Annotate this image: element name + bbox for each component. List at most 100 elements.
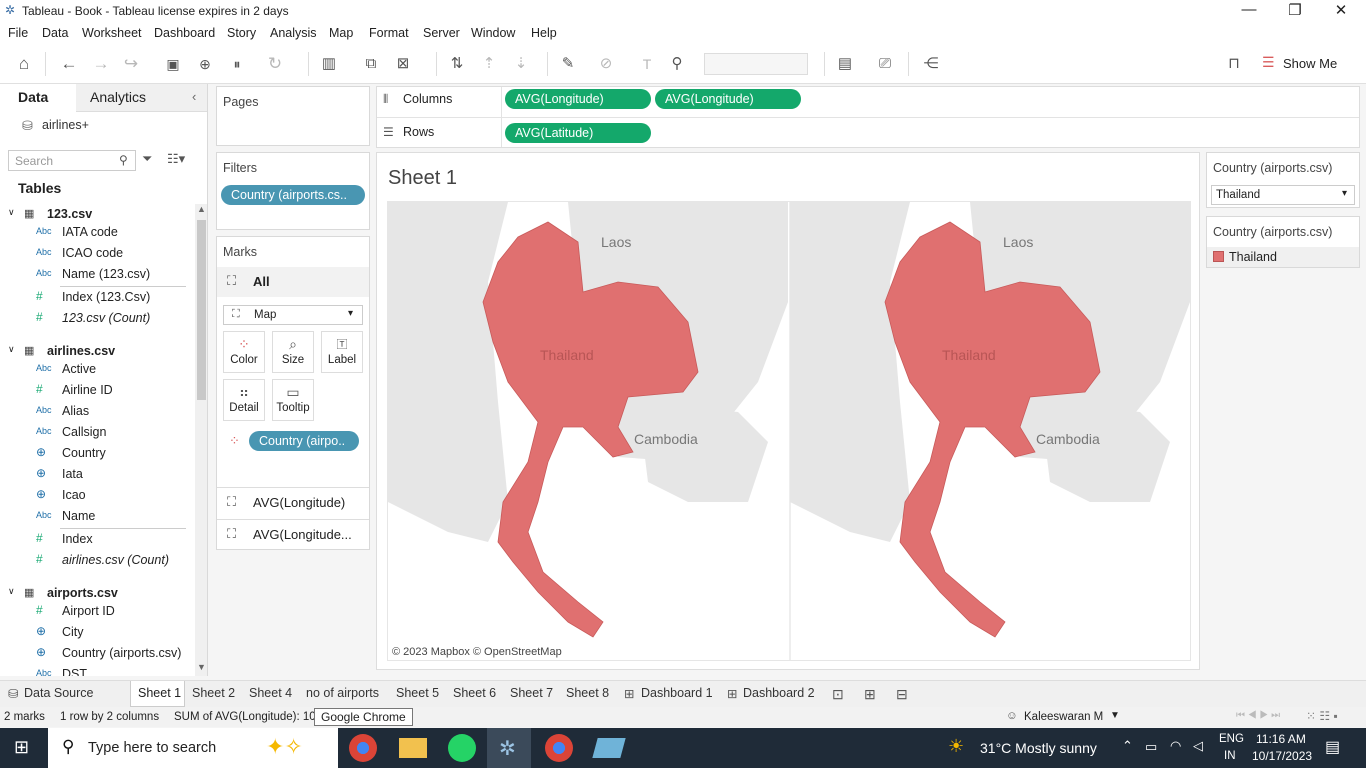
new-story-icon[interactable]: ⊟ — [896, 686, 908, 703]
menu-help[interactable]: Help — [531, 26, 557, 40]
chevron-down-icon[interactable]: ∨ — [8, 586, 15, 597]
scroll-down-icon[interactable]: ▼ — [197, 662, 206, 672]
columns-pill[interactable]: AVG(Longitude) — [505, 89, 651, 109]
refresh-icon[interactable]: ↻ — [264, 54, 286, 76]
rows-pill[interactable]: AVG(Latitude) — [505, 123, 651, 143]
restore-button[interactable]: ❐ — [1272, 1, 1318, 19]
wifi-icon[interactable]: ◠ — [1170, 738, 1181, 754]
marks-all-row[interactable]: ⛶ All — [217, 267, 369, 297]
field-item[interactable]: # Index (123.Csv) — [0, 287, 195, 308]
tray-chevron-icon[interactable]: ⌃ — [1122, 738, 1133, 754]
menu-story[interactable]: Story — [227, 26, 256, 40]
tab-no-of-airports[interactable]: no of airports — [306, 686, 379, 700]
new-worksheet-icon[interactable]: ⊡ — [832, 686, 844, 703]
menu-analysis[interactable]: Analysis — [270, 26, 317, 40]
windows-start-icon[interactable]: ⊞ — [14, 737, 29, 758]
datasource-name[interactable]: airlines+ — [42, 118, 89, 132]
tab-sheet-2[interactable]: Sheet 2 — [192, 686, 235, 700]
field-item[interactable]: ⊕ Icao — [0, 485, 195, 506]
quick-filter-dropdown[interactable]: Thailand ▾ — [1211, 185, 1355, 205]
first-sheet-icon[interactable]: ⏮ ◀ ▶ ⏭ — [1236, 710, 1280, 721]
field-item[interactable]: Abc IATA code — [0, 222, 195, 243]
field-item[interactable]: # Airline ID — [0, 380, 195, 401]
close-button[interactable]: ✕ — [1318, 1, 1364, 19]
notification-icon[interactable]: ▤ — [1325, 737, 1340, 757]
filter-pill[interactable]: Country (airports.cs.. — [221, 185, 365, 205]
menu-worksheet[interactable]: Worksheet — [82, 26, 142, 40]
menu-dashboard[interactable]: Dashboard — [154, 26, 215, 40]
save-icon[interactable]: ▣ — [162, 54, 184, 76]
file-explorer-icon[interactable] — [399, 738, 427, 758]
field-item[interactable]: Abc Name (123.csv) — [0, 264, 195, 285]
replay-icon[interactable]: ↪ — [120, 54, 142, 76]
tableau-taskbar-button[interactable]: ✲ — [487, 728, 531, 768]
menu-server[interactable]: Server — [423, 26, 460, 40]
field-item[interactable]: Abc DST — [0, 664, 195, 676]
field-item[interactable]: Abc Callsign — [0, 422, 195, 443]
pause-updates-icon[interactable]: ⏸ — [226, 54, 248, 76]
chevron-down-icon[interactable]: ▼ — [1110, 710, 1120, 721]
share-icon[interactable]: ⋲ — [920, 54, 942, 76]
language-indicator[interactable]: ENG — [1219, 733, 1244, 745]
collapse-icon[interactable]: ‹ — [192, 89, 196, 104]
home-icon[interactable]: ⌂ — [13, 54, 35, 76]
fix-axes-icon[interactable]: ⚲ — [666, 54, 688, 76]
swap-axes-icon[interactable]: ⇅ — [446, 54, 468, 76]
new-datasource-icon[interactable]: ⊕ — [194, 54, 216, 76]
scrollbar-thumb[interactable] — [197, 220, 206, 400]
sort-descending-icon[interactable]: ⇣ — [510, 54, 532, 76]
app-icon[interactable] — [592, 738, 626, 758]
field-item[interactable]: ⊕ Iata — [0, 464, 195, 485]
tab-dashboard-1[interactable]: Dashboard 1 — [641, 686, 713, 700]
chrome-icon[interactable] — [349, 734, 377, 762]
detail-button[interactable]: ⠶ Detail — [223, 379, 265, 421]
whatsapp-icon[interactable] — [448, 734, 476, 762]
tab-data[interactable]: Data — [0, 84, 76, 112]
columns-pill[interactable]: AVG(Longitude) — [655, 89, 801, 109]
field-item[interactable]: # Airport ID — [0, 601, 195, 622]
tab-sheet-8[interactable]: Sheet 8 — [566, 686, 609, 700]
menu-file[interactable]: File — [8, 26, 28, 40]
map-attribution[interactable]: © 2023 Mapbox © OpenStreetMap — [392, 646, 562, 658]
menu-data[interactable]: Data — [42, 26, 68, 40]
presentation-mode-icon[interactable]: ⎚ — [874, 54, 896, 76]
weather-text[interactable]: 31°C Mostly sunny — [980, 740, 1097, 756]
map-view[interactable]: Laos Thailand Cambodia Laos Thailand Cam… — [387, 201, 1191, 661]
mark-type-dropdown[interactable]: ⛶ Map ▾ — [223, 305, 363, 325]
taskbar-search[interactable]: ⚲ Type here to search ✦✧ — [48, 728, 338, 768]
field-item[interactable]: Abc Name — [0, 506, 195, 527]
undo-icon[interactable]: ← — [58, 54, 80, 76]
label-button[interactable]: 🅃 Label — [321, 331, 363, 373]
chevron-down-icon[interactable]: ∨ — [8, 207, 15, 218]
size-button[interactable]: ⌕ Size — [272, 331, 314, 373]
filter-icon[interactable]: ⏷ — [142, 151, 152, 167]
field-item[interactable]: ⊕ Country (airports.csv) — [0, 643, 195, 664]
marks-card-longitude-2[interactable]: ⛶ AVG(Longitude... — [217, 519, 369, 549]
pages-card[interactable]: Pages — [216, 86, 370, 146]
search-input[interactable]: Search ⚲ — [8, 150, 136, 171]
tab-sheet-4[interactable]: Sheet 4 — [249, 686, 292, 700]
tab-dashboard-2[interactable]: Dashboard 2 — [743, 686, 815, 700]
marks-card-longitude-1[interactable]: ⛶ AVG(Longitude) — [217, 487, 369, 517]
new-worksheet-icon[interactable]: ▥ — [318, 54, 340, 76]
scrollbar[interactable]: ▲ ▼ — [195, 204, 207, 676]
new-dashboard-icon[interactable]: ⊞ — [864, 686, 876, 703]
show-cards-icon[interactable]: ▤ — [834, 54, 856, 76]
legend-item[interactable]: Thailand — [1207, 247, 1359, 267]
field-item[interactable]: # Index — [0, 529, 195, 550]
chrome-icon[interactable] — [545, 734, 573, 762]
duplicate-sheet-icon[interactable]: ⧉ — [360, 54, 382, 76]
menu-map[interactable]: Map — [329, 26, 353, 40]
scroll-up-icon[interactable]: ▲ — [197, 204, 206, 214]
tab-sheet-1[interactable]: Sheet 1 — [130, 681, 185, 707]
show-sheet-sorter-icon[interactable]: ⁙ ☷ ▪ — [1306, 709, 1338, 723]
tooltip-button[interactable]: ▭ Tooltip — [272, 379, 314, 421]
tab-analytics[interactable]: Analytics ‹ — [76, 84, 207, 112]
tab-sheet-5[interactable]: Sheet 5 — [396, 686, 439, 700]
user-name[interactable]: Kaleeswaran M — [1024, 711, 1103, 723]
menu-window[interactable]: Window — [471, 26, 515, 40]
highlight-icon[interactable]: ✎ — [557, 54, 579, 76]
view-options-icon[interactable]: ☷▾ — [167, 151, 185, 167]
volume-icon[interactable]: ◁ — [1193, 738, 1203, 754]
clock-time[interactable]: 11:16 AM — [1256, 732, 1306, 746]
